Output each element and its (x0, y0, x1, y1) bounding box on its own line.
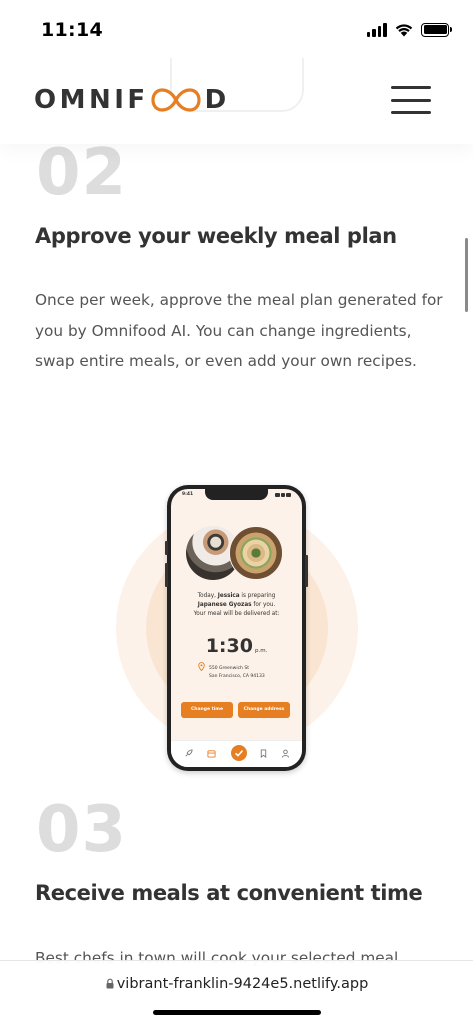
cellular-signal-icon (366, 23, 387, 37)
change-address-button: Change address (238, 702, 290, 718)
site-header: OMNIF D (0, 58, 473, 144)
step-description: Once per week, approve the meal plan gen… (35, 291, 443, 370)
phone-status-time: 9:41 (182, 492, 194, 497)
lock-icon (106, 978, 114, 989)
phone-mockup-image: 9:41 Today, Jessica is preparing Japanes… (165, 485, 308, 771)
home-indicator[interactable] (153, 1010, 321, 1015)
user-icon (281, 749, 290, 758)
address-bar[interactable]: vibrant-franklin-9424e5.netlify.app (0, 976, 473, 992)
phone-line-1: Today, Jessica is preparing (197, 593, 276, 599)
hamburger-menu-button[interactable] (391, 86, 431, 114)
delivery-address: 550 Greenwich St San Francisco, CA 94133 (209, 666, 265, 679)
step-number: 03 (36, 793, 128, 867)
wifi-icon (395, 24, 413, 37)
step-number: 02 (36, 136, 128, 210)
logo-text-right: D (204, 85, 230, 115)
bookmark-icon (260, 749, 267, 758)
omnifood-logo[interactable]: OMNIF D (34, 85, 230, 115)
status-bar: 11:14 (0, 0, 473, 58)
change-time-button: Change time (181, 702, 233, 718)
rocket-icon (185, 749, 193, 757)
page-scrollbar[interactable] (465, 238, 468, 312)
status-icons (366, 22, 452, 37)
checkmark-icon (231, 745, 247, 761)
menu-line-icon (391, 86, 431, 89)
battery-icon (421, 22, 452, 37)
phone-notch (205, 489, 268, 500)
phone-status-icons (275, 493, 292, 497)
phone-screen: 9:41 Today, Jessica is preparing Japanes… (171, 489, 302, 767)
delivery-time: 1:30 p.m. (205, 635, 268, 657)
logo-infinity-icon (151, 88, 201, 112)
phone-line-3: Your meal will be delivered at: (193, 611, 280, 617)
browser-bottom-bar: vibrant-franklin-9424e5.netlify.app (0, 960, 473, 1024)
status-time: 11:14 (41, 19, 103, 41)
logo-text-left: OMNIF (34, 85, 149, 115)
phone-line-2: Japanese Gyozas for you. (197, 602, 276, 608)
step-title: Receive meals at convenient time (35, 881, 423, 905)
location-pin-icon (198, 662, 205, 671)
calendar-icon (207, 750, 216, 758)
step-title: Approve your weekly meal plan (35, 224, 397, 248)
gyoza-photo (229, 526, 283, 580)
phone-tab-bar (171, 740, 302, 767)
menu-line-icon (391, 111, 431, 114)
url-text: vibrant-franklin-9424e5.netlify.app (116, 976, 369, 992)
menu-line-icon (391, 98, 431, 102)
